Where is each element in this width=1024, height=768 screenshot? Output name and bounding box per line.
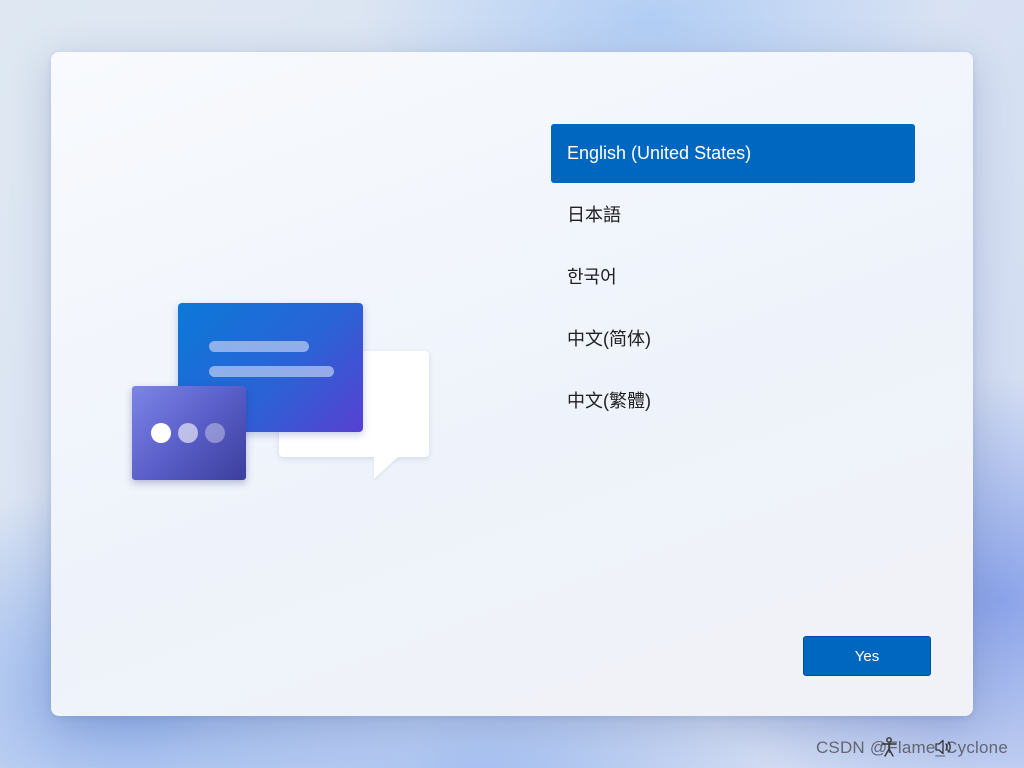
setup-window: English (United States) 日本語 한국어 中文(简体) 中… bbox=[51, 52, 973, 716]
white-chat-bubble-tail bbox=[374, 457, 398, 479]
yes-button[interactable]: Yes bbox=[803, 636, 931, 676]
volume-icon[interactable] bbox=[934, 738, 954, 756]
chat-bubbles-illustration bbox=[131, 302, 431, 482]
text-line-placeholder bbox=[209, 366, 334, 377]
accessibility-icon[interactable] bbox=[880, 737, 898, 757]
typing-indicator-card bbox=[132, 386, 246, 480]
typing-dot bbox=[205, 423, 225, 443]
typing-dot bbox=[151, 423, 171, 443]
text-line-placeholder bbox=[209, 341, 309, 352]
language-option-chinese-traditional[interactable]: 中文(繁體) bbox=[551, 372, 915, 431]
language-list: English (United States) 日本語 한국어 中文(简体) 中… bbox=[551, 124, 915, 434]
language-option-chinese-simplified[interactable]: 中文(简体) bbox=[551, 310, 915, 369]
language-option-japanese[interactable]: 日本語 bbox=[551, 186, 915, 245]
typing-dot bbox=[178, 423, 198, 443]
language-option-korean[interactable]: 한국어 bbox=[551, 248, 915, 307]
language-option-english-us[interactable]: English (United States) bbox=[551, 124, 915, 183]
system-tray bbox=[880, 736, 954, 758]
